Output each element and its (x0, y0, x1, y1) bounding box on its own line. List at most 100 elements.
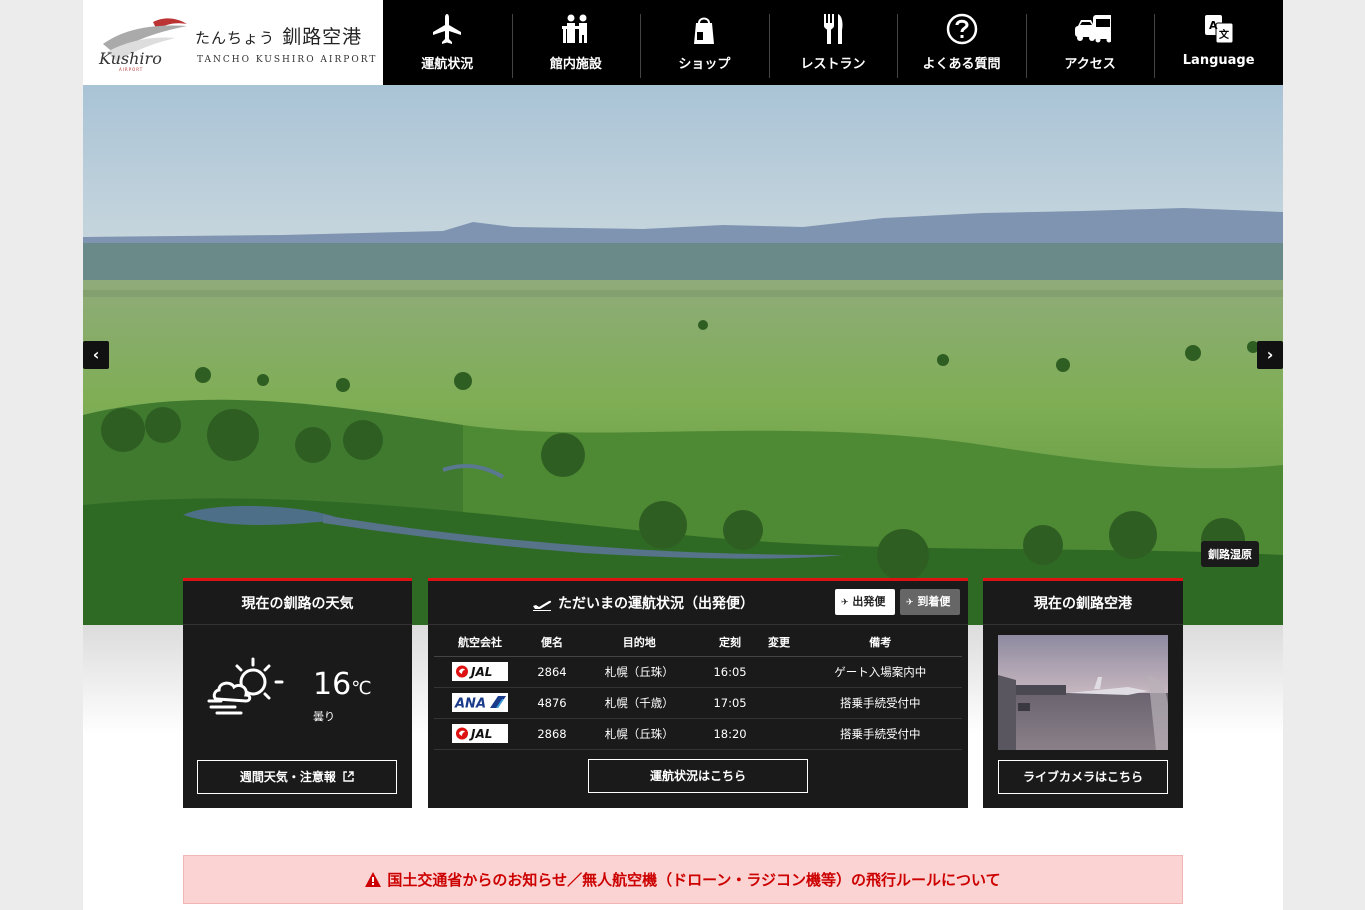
nav-item-faq[interactable]: よくある質問 (897, 0, 1026, 85)
weather-condition: 曇り (313, 710, 335, 723)
site-header: Kushiro AIRPORT たんちょう 釧路空港 TANCHO KUSHIR… (83, 0, 1283, 85)
logo-title: たんちょう 釧路空港 (195, 22, 362, 49)
notice-banner[interactable]: 国土交通省からのお知らせ／無人航空機（ドローン・ラジコン機等）の飛行ルールについ… (183, 855, 1183, 904)
svg-text:A: A (1209, 19, 1218, 32)
flight-panel-title: ただいまの運航状況（出発便） (428, 581, 858, 625)
question-icon (946, 13, 977, 45)
svg-text:AIRPORT: AIRPORT (119, 67, 143, 72)
slider-prev-button[interactable]: ‹ (83, 341, 109, 369)
warning-icon (365, 872, 382, 887)
airline-cell: ANA (434, 687, 526, 719)
translate-icon: A 文 (1204, 15, 1234, 44)
shopping-bag-icon (694, 17, 715, 44)
flight-panel-head: ただいまの運航状況（出発便） ✈ 出発便 ✈ 到着便 (428, 581, 968, 625)
flight-status-panel: ただいまの運航状況（出発便） ✈ 出発便 ✈ 到着便 航空会社 便名 目的地 定… (428, 578, 968, 808)
svg-text:Kushiro: Kushiro (98, 49, 162, 68)
jal-logo-icon: JAL (452, 724, 508, 743)
flight-scheduled-time: 18:20 (700, 718, 760, 750)
arrivals-toggle[interactable]: ✈ 到着便 (900, 589, 960, 615)
flight-destination: 札幌（丘珠） (578, 718, 701, 750)
flight-remarks: ゲート入場案内中 (798, 656, 962, 688)
column-header: 備考 (798, 628, 962, 657)
table-row: JAL 2868 札幌（丘珠） 18:20 搭乗手続受付中 (434, 718, 962, 750)
nav-label: よくある質問 (922, 57, 1001, 72)
airline-cell: JAL (434, 656, 526, 688)
logo-subtitle: TANCHO KUSHIRO AIRPORT (197, 55, 378, 65)
facility-icon (561, 14, 587, 43)
column-header: 便名 (526, 628, 579, 657)
nav-item-access[interactable]: アクセス (1025, 0, 1155, 85)
column-header: 変更 (759, 628, 799, 657)
airline-code: ANA (454, 697, 486, 712)
column-header: 定刻 (700, 628, 760, 657)
departures-label: 出発便 (852, 595, 886, 608)
departure-plane-icon (533, 600, 552, 611)
flight-changed-time (759, 687, 799, 719)
weekly-weather-label: 週間天気・注意報 (239, 770, 336, 784)
flight-number: 4876 (526, 687, 579, 719)
flight-destination: 札幌（丘珠） (578, 656, 701, 688)
cloudy-sun-icon (207, 657, 284, 715)
departures-toggle[interactable]: ✈ 出発便 (835, 589, 895, 615)
flight-panel-title-text: ただいまの運航状況（出発便） (558, 596, 754, 612)
live-camera-button[interactable]: ライブカメラはこちら (998, 760, 1168, 794)
external-link-icon (343, 771, 354, 782)
airline-code: JAL (469, 727, 492, 741)
flight-remarks: 搭乗手続受付中 (798, 687, 962, 719)
departure-small-icon: ✈ (841, 598, 849, 608)
flight-table: 航空会社 便名 目的地 定刻 変更 備考 JAL 2864 札幌（丘珠） 16:… (434, 628, 962, 750)
nav-label: アクセス (1064, 57, 1116, 72)
flight-changed-time (759, 718, 799, 750)
flight-number: 2864 (526, 656, 579, 688)
temperature-unit: ℃ (351, 678, 372, 699)
airline-cell: JAL (434, 718, 526, 750)
svg-text:文: 文 (1219, 28, 1230, 41)
hero-landscape-image (83, 85, 1283, 625)
table-row: JAL 2864 札幌（丘珠） 16:05 ゲート入場案内中 (434, 656, 962, 688)
site-logo[interactable]: Kushiro AIRPORT たんちょう 釧路空港 TANCHO KUSHIR… (83, 0, 383, 85)
flight-scheduled-time: 16:05 (700, 656, 760, 688)
weekly-weather-button[interactable]: 週間天気・注意報 (197, 760, 397, 794)
nav-item-shop[interactable]: ショップ (640, 0, 769, 85)
nav-item-facilities[interactable]: 館内施設 (511, 0, 641, 85)
flight-changed-time (759, 656, 799, 688)
live-camera-image[interactable] (998, 635, 1168, 750)
flight-remarks: 搭乗手続受付中 (798, 718, 962, 750)
nav-label: ショップ (678, 57, 731, 72)
nav-item-language[interactable]: A 文 Language (1154, 0, 1283, 85)
logo-title-prefix: たんちょう (195, 29, 276, 47)
live-camera-panel: 現在の釧路空港 ライブカメラはこちら (983, 578, 1183, 808)
slide-caption: 釧路湿原 (1201, 541, 1259, 567)
flight-table-header: 航空会社 便名 目的地 定刻 変更 備考 (434, 628, 962, 657)
weather-temperature: 16℃ (313, 667, 371, 702)
camera-title: 現在の釧路空港 (983, 581, 1183, 625)
flight-status-button[interactable]: 運航状況はこちら (588, 759, 808, 793)
logo-title-name: 釧路空港 (282, 26, 363, 48)
page: Kushiro AIRPORT たんちょう 釧路空港 TANCHO KUSHIR… (83, 0, 1283, 910)
table-row: ANA 4876 札幌（千歳） 17:05 搭乗手続受付中 (434, 687, 962, 719)
flight-destination: 札幌（千歳） (578, 687, 701, 719)
column-header: 航空会社 (434, 628, 526, 657)
temperature-value: 16 (313, 667, 352, 702)
slider-next-button[interactable]: › (1257, 341, 1283, 369)
nav-label: Language (1182, 53, 1255, 68)
ana-logo-icon: ANA (452, 693, 508, 712)
flight-scheduled-time: 17:05 (700, 687, 760, 719)
column-header: 目的地 (578, 628, 701, 657)
chevron-left-icon: ‹ (92, 345, 100, 364)
main-nav: 運航状況 館内施設 ショップ レストラン よくある質問 アクセス A 文 Lan… (383, 0, 1283, 85)
weather-panel: 現在の釧路の天気 16℃ 曇り 週間天気・注意報 (183, 578, 412, 808)
airline-code: JAL (469, 665, 492, 679)
arrivals-label: 到着便 (917, 595, 951, 608)
car-bus-icon (1075, 15, 1112, 43)
fork-knife-icon (823, 14, 843, 44)
nav-item-restaurant[interactable]: レストラン (768, 0, 898, 85)
airplane-icon (433, 14, 462, 44)
notice-text: 国土交通省からのお知らせ／無人航空機（ドローン・ラジコン機等）の飛行ルールについ… (387, 871, 1001, 889)
weather-title: 現在の釧路の天気 (183, 581, 412, 625)
arrival-small-icon: ✈ (906, 598, 914, 608)
nav-label: 運航状況 (421, 57, 474, 72)
nav-item-flight-status[interactable]: 運航状況 (383, 0, 512, 85)
flight-number: 2868 (526, 718, 579, 750)
jal-logo-icon: JAL (452, 662, 508, 681)
